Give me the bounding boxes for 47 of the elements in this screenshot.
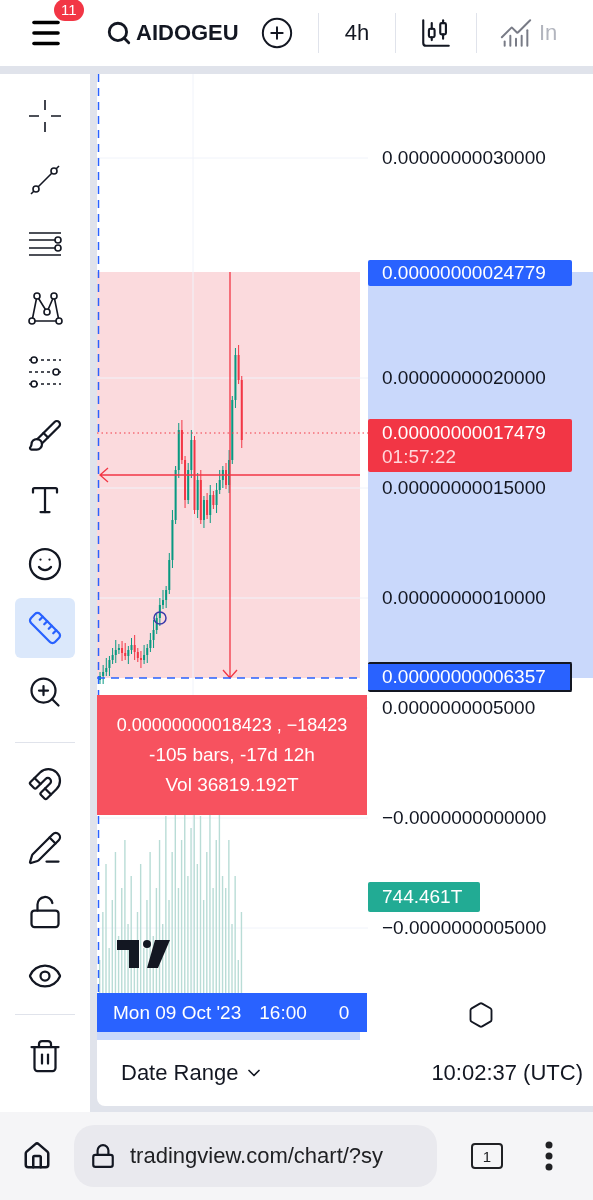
price-axis-label: 0.00000000010000: [382, 587, 546, 609]
indicators-icon: [499, 16, 533, 50]
price-axis-label: 0.0000000005000: [382, 697, 536, 719]
add-icon: [260, 16, 294, 50]
bar-countdown: 01:57:22: [382, 445, 457, 469]
date-text: Mon 09 Oct '23: [113, 1001, 242, 1024]
add-symbol-button[interactable]: [260, 16, 294, 50]
clock-text: 10:02:37 (UTC): [431, 1060, 583, 1086]
magnet-icon: [27, 766, 63, 802]
more-menu-button[interactable]: [545, 1141, 553, 1171]
home-icon: [22, 1141, 52, 1171]
high-price-tag: 0.00000000024779: [368, 260, 572, 286]
time-text: 0: [338, 1001, 350, 1024]
measure-info-text: -105 bars, -17d 12h: [149, 743, 315, 766]
logo-icon: [117, 940, 170, 968]
settings-button[interactable]: [467, 1001, 495, 1029]
marker-circle: [153, 611, 167, 625]
price-axis-label: −0.0000000005000: [382, 917, 547, 939]
low-price-tag: 0.00000000006357: [368, 662, 572, 692]
interval-button[interactable]: 4h: [319, 19, 395, 47]
lock-icon: [90, 1143, 116, 1169]
tabs-button[interactable]: 1: [471, 1143, 503, 1169]
zoom-in-icon: [27, 674, 63, 710]
candlestick-icon: [419, 16, 453, 50]
brush-icon: [27, 418, 63, 454]
last-price: 0.00000000017479: [382, 421, 547, 445]
smiley-icon: [27, 546, 63, 582]
url-text: tradingview.com/chart/?sy: [130, 1143, 384, 1169]
price-axis-label: 0.00000000015000: [382, 477, 546, 499]
ruler-icon: [27, 610, 63, 646]
date-range-button[interactable]: Date Range: [121, 1060, 265, 1086]
measure-info-text: Vol 36819.192T: [165, 773, 299, 796]
more-icon: [545, 1141, 553, 1171]
volume-tag: 744.461T: [368, 882, 480, 912]
pencil-icon: [27, 830, 63, 866]
home-button[interactable]: [22, 1141, 52, 1171]
price-axis-label: 0.00000000020000: [382, 367, 546, 389]
measure-info-text: 0.00000000018423 , −18423: [116, 714, 348, 736]
search-icon: [106, 20, 132, 46]
price-axis-label: −0.0000000000000: [382, 807, 547, 829]
unlocked-icon: [27, 894, 63, 930]
address-bar[interactable]: tradingview.com/chart/?sy: [74, 1125, 437, 1187]
settings-icon: [467, 1001, 495, 1029]
notification-badge: 11: [54, 0, 84, 21]
time-text: 16:00: [259, 1001, 307, 1024]
symbol-search-button[interactable]: AIDOGEU: [106, 20, 248, 46]
price-axis-label: 0.00000000030000: [382, 147, 546, 169]
